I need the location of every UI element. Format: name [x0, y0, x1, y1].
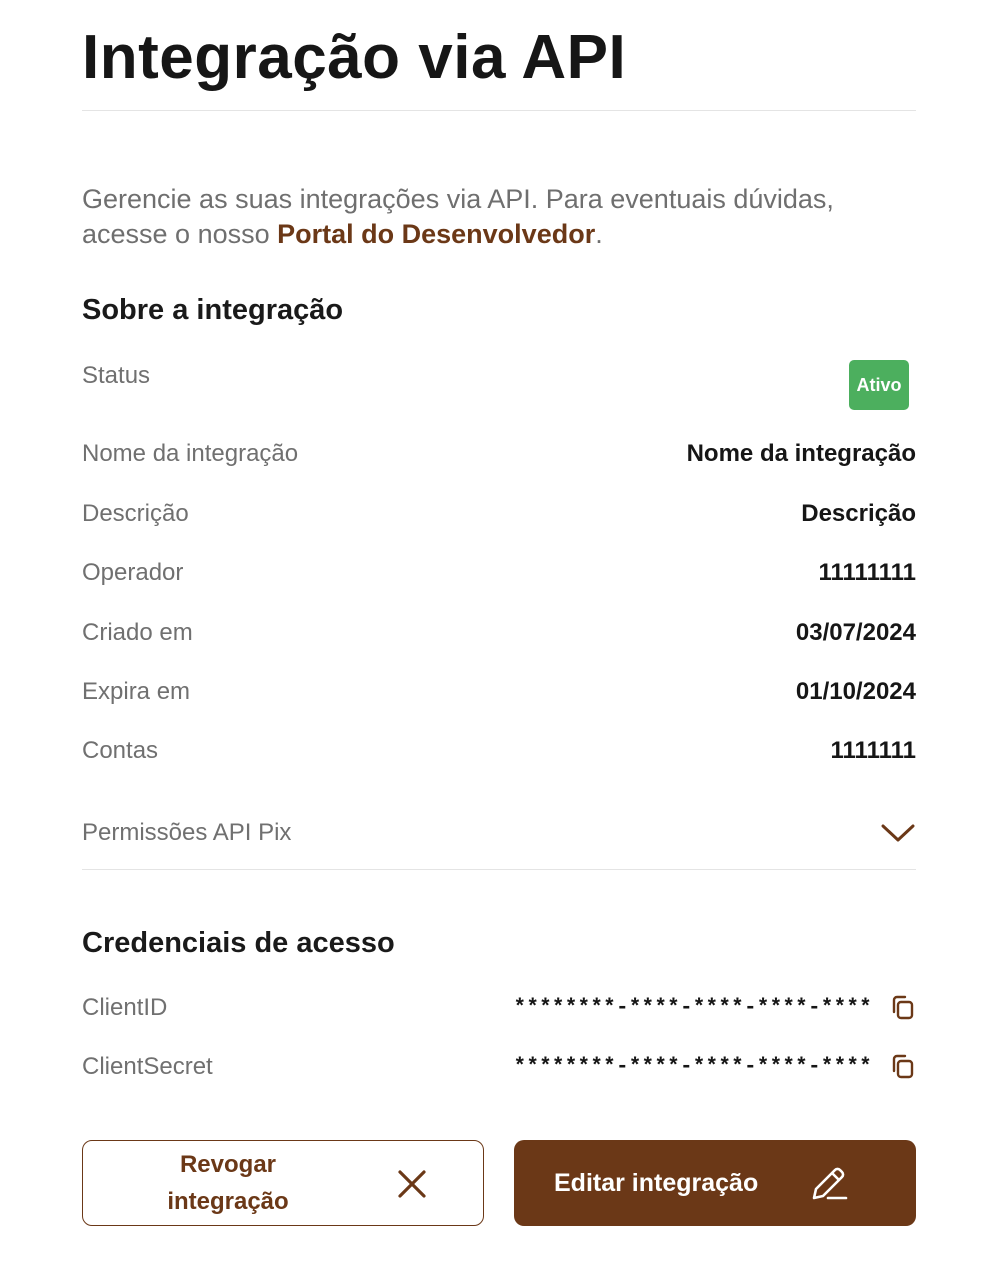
info-label: Operador [82, 559, 184, 586]
intro-end: . [595, 219, 603, 249]
permissions-accordion[interactable]: Permissões API Pix [82, 813, 916, 853]
info-row-name: Nome da integração Nome da integração [82, 434, 916, 474]
info-value: 03/07/2024 [795, 619, 916, 646]
info-value: Descrição [801, 500, 916, 527]
permissions-divider [82, 869, 916, 870]
client-secret-row: ClientSecret ********-****-****-****-***… [82, 1047, 916, 1087]
revoke-button-label: Revogar integração [143, 1146, 313, 1220]
revoke-label-line2: integração [167, 1188, 289, 1215]
permissions-label: Permissões API Pix [82, 819, 292, 846]
info-row-created: Criado em 03/07/2024 [82, 613, 916, 653]
close-icon [397, 1169, 427, 1204]
copy-icon[interactable] [890, 995, 916, 1021]
info-label: Expira em [82, 678, 191, 705]
info-label: Nome da integração [82, 440, 299, 467]
info-value: Nome da integração [686, 440, 916, 467]
client-secret-value: ********-****-****-****-**** [513, 1055, 872, 1079]
status-label: Status [82, 362, 151, 389]
developer-portal-link[interactable]: Portal do Desenvolvedor [277, 219, 595, 249]
page-title: Integração via API [82, 23, 627, 92]
info-row-description: Descrição Descrição [82, 494, 916, 534]
info-label: Criado em [82, 619, 193, 646]
info-row-expires: Expira em 01/10/2024 [82, 672, 916, 712]
chevron-down-icon[interactable] [880, 821, 916, 845]
edit-button-label: Editar integração [554, 1168, 759, 1197]
title-divider [82, 110, 916, 111]
info-value: 1111111 [830, 737, 917, 764]
info-row-operator: Operador 11111111 [82, 553, 916, 593]
about-section-title: Sobre a integração [82, 294, 344, 326]
revoke-integration-button[interactable]: Revogar integração [82, 1140, 484, 1226]
status-row: Status [82, 356, 916, 396]
info-label: Contas [82, 737, 159, 764]
info-label: Descrição [82, 500, 189, 527]
info-row-accounts: Contas 1111111 [82, 731, 916, 771]
pencil-icon [810, 1164, 850, 1207]
status-badge: Ativo [849, 360, 909, 410]
client-id-value: ********-****-****-****-**** [513, 996, 872, 1020]
copy-icon[interactable] [890, 1054, 916, 1080]
info-value: 01/10/2024 [795, 678, 916, 705]
info-value: 11111111 [818, 559, 916, 586]
edit-integration-button[interactable]: Editar integração [514, 1140, 916, 1226]
credentials-section-title: Credenciais de acesso [82, 927, 395, 959]
intro-paragraph: Gerencie as suas integrações via API. Pa… [82, 182, 842, 252]
revoke-label-line1: Revogar [179, 1151, 277, 1178]
client-secret-label: ClientSecret [82, 1053, 213, 1080]
client-id-row: ClientID ********-****-****-****-**** [82, 988, 916, 1028]
client-id-label: ClientID [82, 994, 168, 1021]
